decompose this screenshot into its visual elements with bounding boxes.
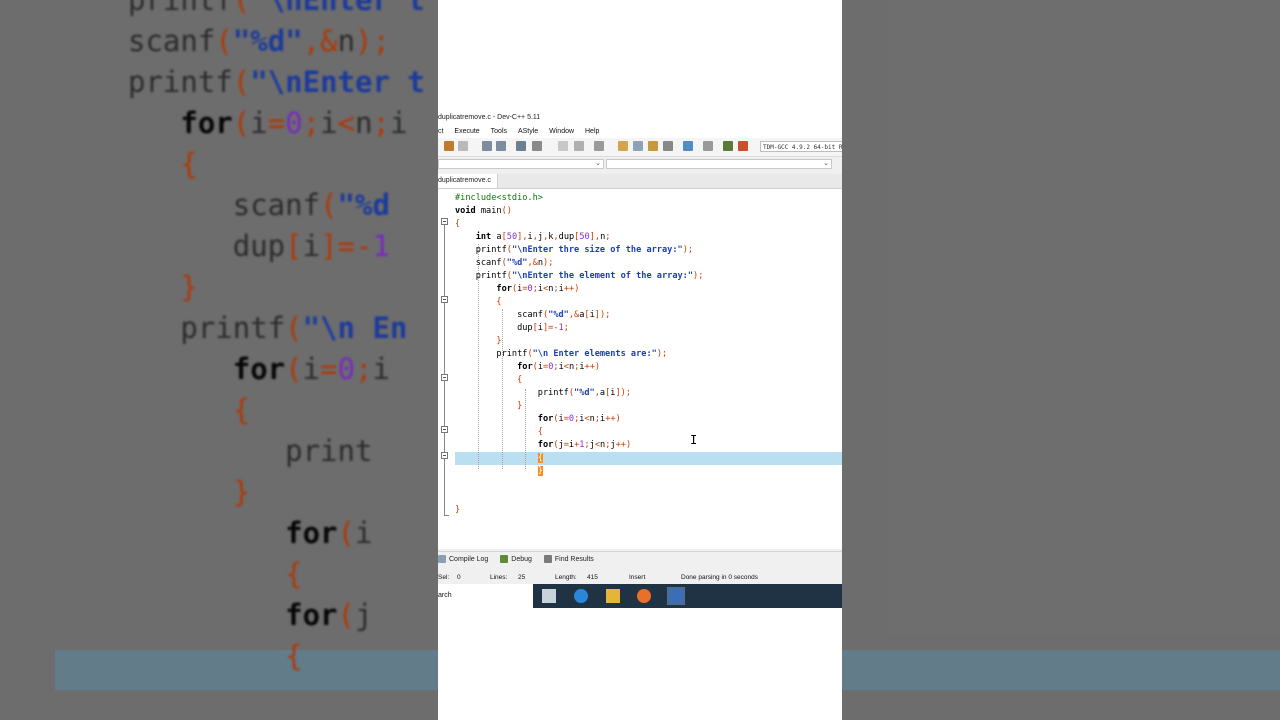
redo-icon[interactable] bbox=[458, 141, 468, 151]
tab-duplicatremove[interactable]: duplicatremove.c bbox=[438, 174, 498, 188]
status-length-label: Length: bbox=[555, 574, 577, 581]
status-length-value: 415 bbox=[587, 574, 598, 581]
chevron-down-icon: ⌄ bbox=[823, 160, 829, 167]
fold-toggle-icon[interactable] bbox=[441, 452, 448, 459]
edge-icon[interactable] bbox=[574, 589, 588, 603]
compiler-select[interactable]: TDM-GCC 4.9.2 64-bit Release bbox=[760, 141, 842, 152]
find-icon[interactable] bbox=[482, 141, 492, 151]
fold-toggle-icon[interactable] bbox=[441, 218, 448, 225]
window-icon[interactable] bbox=[633, 141, 643, 151]
tab-compile-log[interactable]: Compile Log bbox=[438, 552, 488, 568]
status-mode: Insert bbox=[629, 574, 646, 581]
fold-gutter bbox=[438, 189, 454, 549]
fold-toggle-icon[interactable] bbox=[441, 374, 448, 381]
toolbar: TDM-GCC 4.9.2 64-bit Release bbox=[438, 138, 842, 157]
check-syntax-icon[interactable] bbox=[683, 141, 693, 151]
video-frame: duplicatremove.c - Dev-C++ 5.11 ct Execu… bbox=[438, 0, 842, 720]
windows-taskbar: arch bbox=[438, 584, 842, 608]
indent-icon[interactable] bbox=[558, 141, 568, 151]
find-results-icon bbox=[543, 555, 552, 564]
project-options-icon[interactable] bbox=[648, 141, 658, 151]
menu-execute[interactable]: Execute bbox=[454, 126, 479, 138]
tab-label: Find Results bbox=[554, 556, 594, 563]
tab-label: Compile Log bbox=[449, 556, 489, 563]
menu-project[interactable]: ct bbox=[438, 126, 443, 138]
debug-icon[interactable] bbox=[738, 141, 748, 151]
file-explorer-icon[interactable] bbox=[606, 589, 620, 603]
taskbar-icons-area bbox=[533, 584, 842, 608]
status-sel-label: Sel: bbox=[438, 574, 450, 581]
goto-icon[interactable] bbox=[516, 141, 526, 151]
fold-toggle-icon[interactable] bbox=[441, 296, 448, 303]
status-lines-value: 25 bbox=[518, 574, 526, 581]
fold-line bbox=[444, 225, 445, 515]
chart-icon[interactable] bbox=[723, 141, 733, 151]
undo-icon[interactable] bbox=[444, 141, 454, 151]
firefox-icon[interactable] bbox=[637, 589, 651, 603]
status-lines-label: Lines: bbox=[490, 574, 508, 581]
bottom-panel-tabs: Compile Log Debug Find Results bbox=[438, 551, 842, 568]
fold-toggle-icon[interactable] bbox=[441, 426, 448, 433]
devcpp-taskbar-icon[interactable] bbox=[667, 587, 685, 605]
compile-log-icon bbox=[438, 555, 446, 564]
status-message: Done parsing in 0 seconds bbox=[681, 574, 758, 581]
menu-bar: ct Execute Tools AStyle Window Help bbox=[438, 126, 842, 138]
code-text[interactable]: #include<stdio.h> void main() { int a[50… bbox=[455, 192, 703, 517]
chevron-down-icon: ⌄ bbox=[595, 160, 601, 167]
window-title: duplicatremove.c - Dev-C++ 5.11 bbox=[438, 114, 541, 121]
tab-debug[interactable]: Debug bbox=[500, 552, 532, 568]
replace-icon[interactable] bbox=[496, 141, 506, 151]
status-bar: Sel: 0 Lines: 25 Length: 415 Insert Done… bbox=[438, 572, 842, 584]
task-view-icon[interactable] bbox=[542, 589, 556, 603]
unindent-icon[interactable] bbox=[574, 141, 584, 151]
status-sel-value: 0 bbox=[457, 574, 461, 581]
text-cursor-icon: I bbox=[690, 433, 698, 447]
code-editor[interactable]: #include<stdio.h> void main() { int a[50… bbox=[438, 189, 842, 549]
taskbar-search[interactable]: arch bbox=[438, 584, 452, 608]
editor-tabs: duplicatremove.c bbox=[438, 174, 842, 189]
menu-tools[interactable]: Tools bbox=[491, 126, 507, 138]
class-browser-bar: ⌄ ⌄ bbox=[438, 157, 842, 171]
menu-window[interactable]: Window bbox=[549, 126, 574, 138]
debug-check-icon bbox=[500, 555, 509, 564]
function-dropdown[interactable]: ⌄ bbox=[606, 159, 832, 169]
grid-icon[interactable] bbox=[663, 141, 673, 151]
tab-find-results[interactable]: Find Results bbox=[543, 552, 594, 568]
new-class-icon[interactable] bbox=[618, 141, 628, 151]
menu-astyle[interactable]: AStyle bbox=[518, 126, 538, 138]
close-icon[interactable] bbox=[703, 141, 713, 151]
fold-end bbox=[444, 515, 449, 516]
tab-label: Debug bbox=[511, 556, 532, 563]
bookmark-icon[interactable] bbox=[532, 141, 542, 151]
devcpp-window: duplicatremove.c - Dev-C++ 5.11 ct Execu… bbox=[438, 110, 842, 608]
menu-help[interactable]: Help bbox=[585, 126, 599, 138]
class-dropdown[interactable]: ⌄ bbox=[438, 159, 604, 169]
title-bar: duplicatremove.c - Dev-C++ 5.11 bbox=[438, 110, 842, 126]
shield-icon[interactable] bbox=[594, 141, 604, 151]
